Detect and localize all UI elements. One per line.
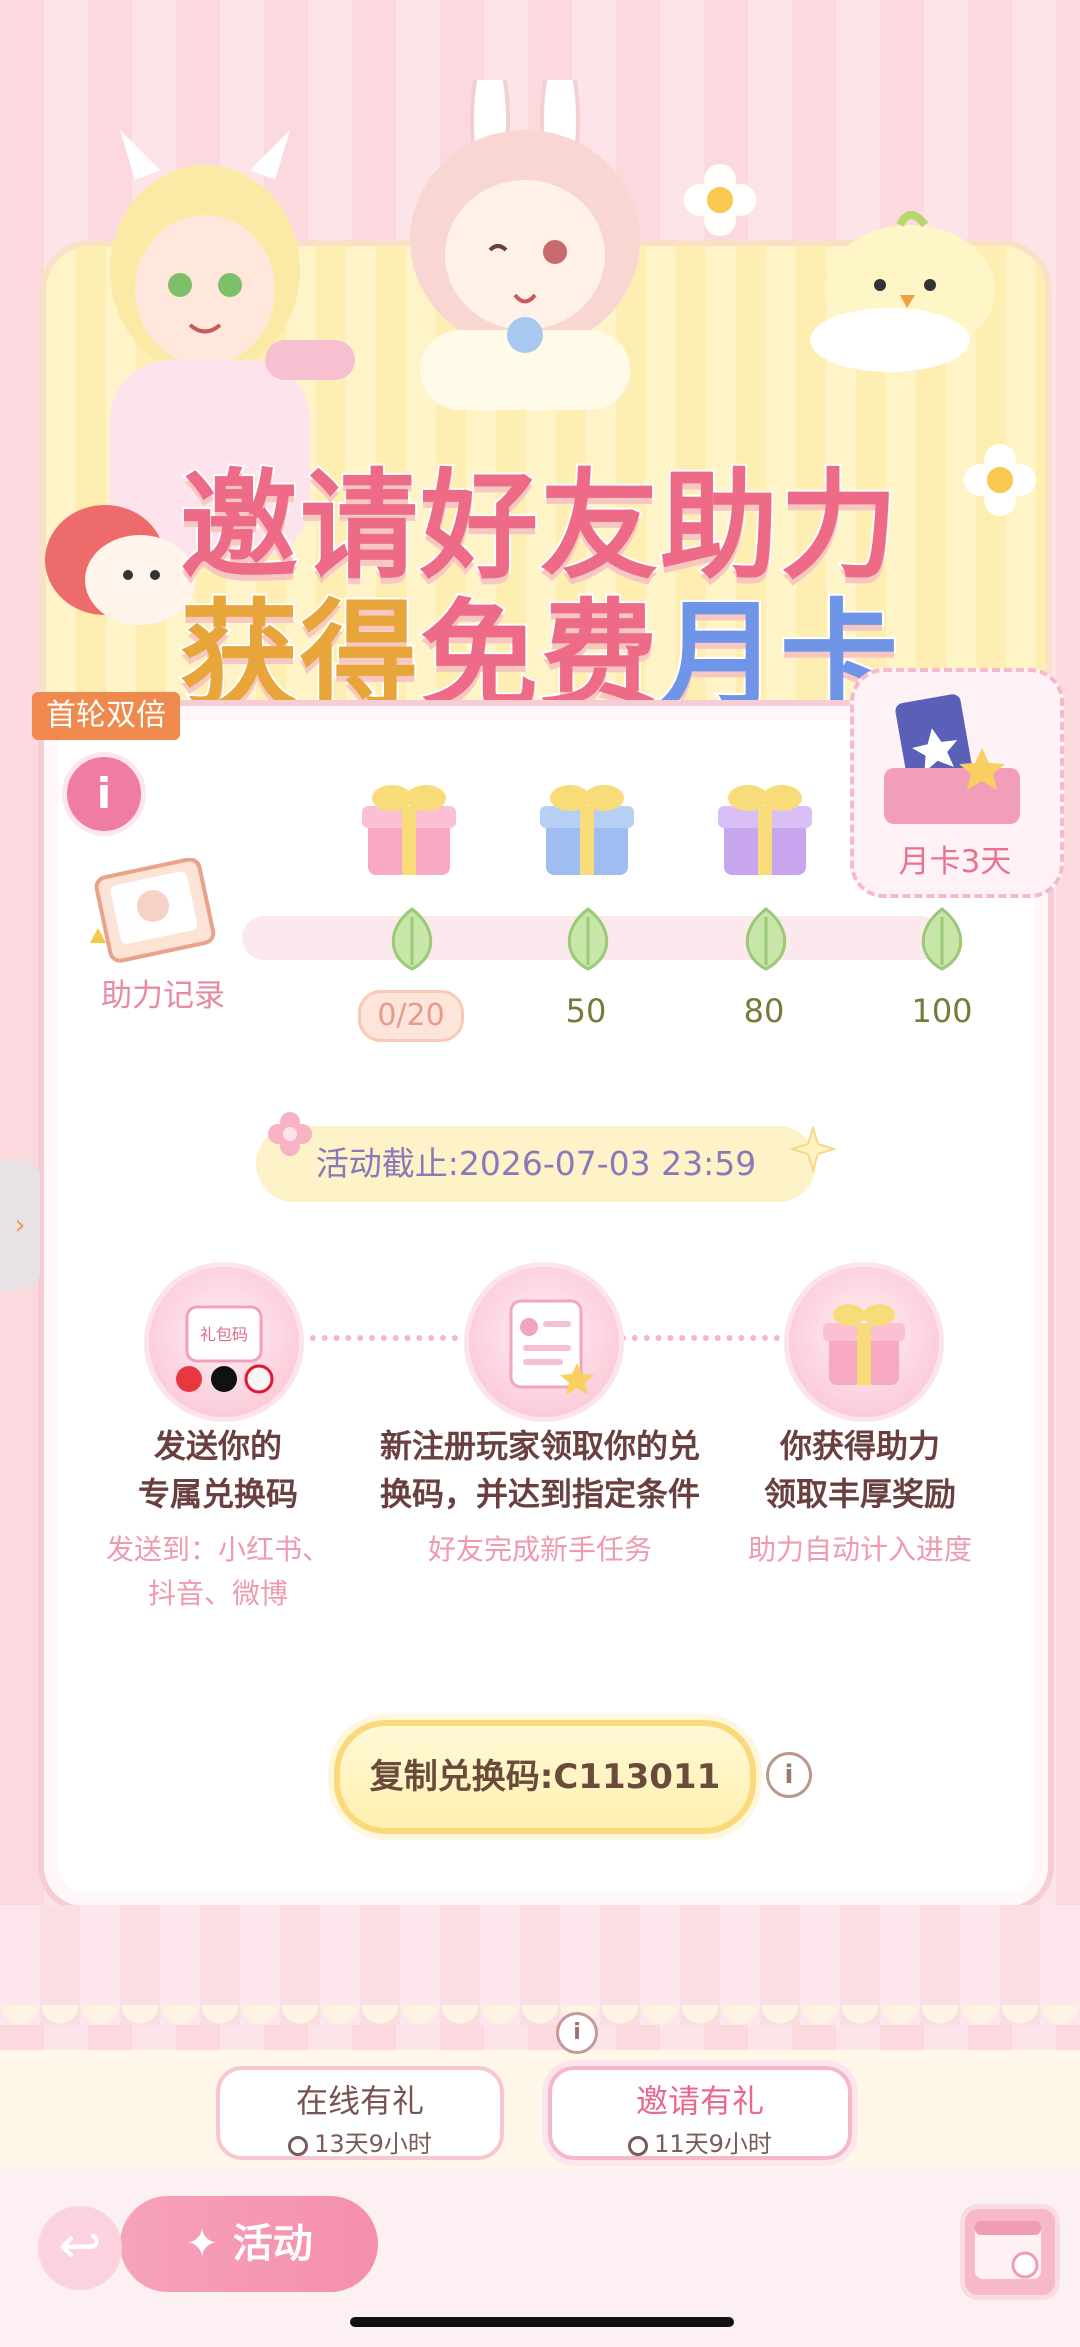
tab-online-gift-title: 在线有礼 — [295, 2082, 424, 2120]
month-card-label: 月卡3天 — [898, 844, 1012, 880]
flower-decoration — [684, 164, 756, 236]
home-indicator[interactable] — [350, 2317, 734, 2327]
gift-icon[interactable] — [354, 772, 464, 882]
flower-decoration — [964, 444, 1036, 516]
tab-invite-gift[interactable]: 邀请有礼 11天9小时 — [548, 2066, 852, 2160]
back-arrow-icon[interactable]: ↩ — [38, 2206, 122, 2290]
first-round-double-badge: 首轮双倍 — [32, 692, 180, 740]
activity-tab-bar — [0, 2050, 1080, 2168]
banner: 邀请好友助力 获得免费月卡 — [0, 0, 1080, 732]
gift-icon — [823, 1304, 905, 1385]
info-icon[interactable]: i — [556, 2012, 598, 2054]
milestone-80: 80 — [743, 992, 785, 1030]
step-reward-icon — [784, 1262, 944, 1422]
character-center-illustration — [410, 80, 640, 410]
step2-title-line2: 换码，并达到指定条件 — [379, 1475, 700, 1513]
step1-title-line2: 专属兑换码 — [137, 1475, 298, 1513]
leaf-icon — [567, 907, 609, 971]
lace-edge — [0, 2005, 1080, 2027]
clock-icon — [628, 2136, 649, 2156]
step-connector — [298, 1335, 458, 1347]
step3-title: 你获得助力 领取丰厚奖励 — [710, 1422, 1010, 1518]
record-label[interactable]: 助力记录 — [88, 970, 238, 1015]
step2-subtitle: 好友完成新手任务 — [340, 1528, 740, 1572]
flower-decoration — [268, 1112, 312, 1156]
tab-online-gift-time-text: 13天9小时 — [314, 2130, 432, 2158]
side-expand-arrow-icon[interactable]: › — [0, 1160, 40, 1290]
gift-icon[interactable] — [710, 772, 820, 882]
tab-online-gift-time: 13天9小时 — [220, 2124, 500, 2159]
activity-button-label: 活动 — [232, 2221, 313, 2267]
clock-icon — [288, 2136, 309, 2156]
step1-title: 发送你的 专属兑换码 — [68, 1422, 368, 1518]
progress-current: 0/20 — [358, 990, 464, 1042]
leaf-icon — [745, 907, 787, 971]
gift-code-ticket-icon: 礼包码 — [176, 1305, 274, 1394]
copy-redeem-code-button[interactable]: 复制兑换码:C113011 — [334, 1720, 756, 1834]
step2-title: 新注册玩家领取你的兑 换码，并达到指定条件 — [340, 1422, 740, 1518]
step3-sub-line1: 助力自动计入进度 — [747, 1533, 972, 1566]
leaf-icon — [391, 907, 433, 971]
info-icon[interactable]: i — [62, 752, 146, 836]
step3-title-line2: 领取丰厚奖励 — [763, 1475, 956, 1513]
clipboard-icon — [509, 1299, 594, 1395]
gift-code-label: 礼包码 — [200, 1325, 248, 1344]
tab-online-gift[interactable]: 在线有礼 13天9小时 — [216, 2066, 504, 2160]
step-send-code-icon: 礼包码 — [144, 1262, 304, 1422]
step1-sub-line1: 发送到：小红书、 — [105, 1533, 330, 1566]
calendar-grid-icon — [975, 2221, 1041, 2279]
leaf-icon — [921, 907, 963, 971]
step3-subtitle: 助力自动计入进度 — [710, 1528, 1010, 1572]
step-connector — [620, 1335, 780, 1347]
step1-sub-line2: 抖音、微博 — [147, 1577, 288, 1610]
milestone-100: 100 — [911, 992, 973, 1030]
milestone-50: 50 — [565, 992, 607, 1030]
sparkle-icon — [790, 1126, 836, 1172]
tab-invite-gift-time: 11天9小时 — [552, 2124, 848, 2159]
activity-button[interactable]: ✦ 活动 — [120, 2196, 378, 2292]
gift-icon[interactable] — [532, 772, 642, 882]
tab-invite-gift-time-text: 11天9小时 — [654, 2130, 772, 2158]
activity-deadline: 活动截止:2026-07-03 23:59 — [256, 1126, 816, 1202]
calendar-icon[interactable] — [960, 2204, 1060, 2300]
step1-title-line1: 发送你的 — [153, 1427, 282, 1465]
step1-subtitle: 发送到：小红书、 抖音、微博 — [68, 1528, 368, 1616]
month-card-icon — [884, 694, 1020, 824]
step-register-icon — [464, 1262, 624, 1422]
record-book-icon[interactable] — [78, 858, 228, 968]
step2-sub-line1: 好友完成新手任务 — [427, 1533, 652, 1566]
tab-invite-gift-title: 邀请有礼 — [635, 2082, 764, 2120]
step2-title-line1: 新注册玩家领取你的兑 — [379, 1427, 700, 1465]
step3-title-line1: 你获得助力 — [779, 1427, 940, 1465]
bird-mascot-illustration — [810, 211, 995, 372]
info-icon[interactable]: i — [766, 1752, 812, 1798]
